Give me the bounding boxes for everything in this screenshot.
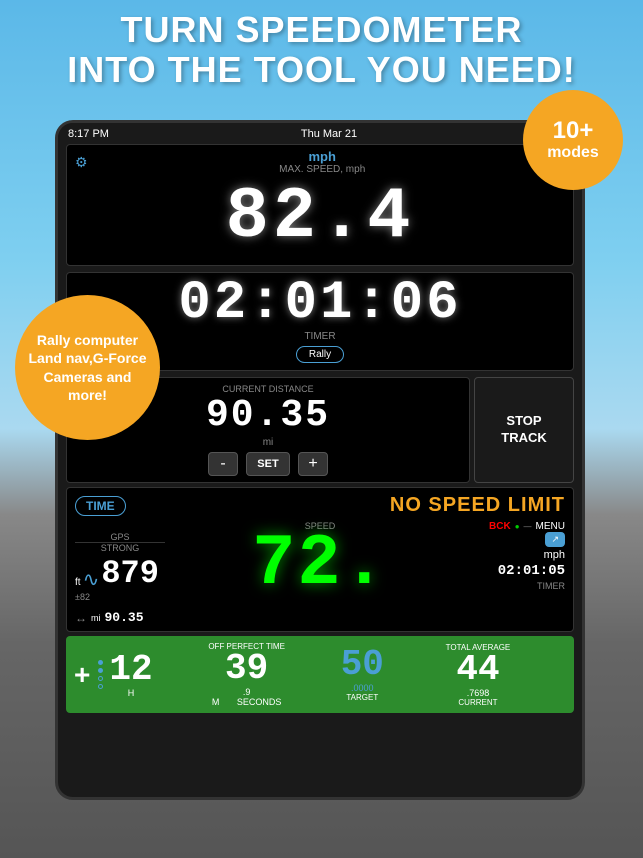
- stop-track-label: STOP TRACK: [485, 413, 563, 447]
- header-line2: INTO THE TOOL YOU NEED!: [0, 50, 643, 90]
- dot-2: [98, 668, 103, 673]
- speed-label: MAX. SPEED, mph: [88, 164, 557, 175]
- altitude-wave-icon: ∿: [83, 567, 100, 592]
- modes-bubble: 10+ modes: [523, 90, 623, 190]
- target-sub: .0000: [351, 683, 374, 693]
- hud-middle: GPS STRONG ft ∿ 879 ±82 ↔ mi 90.35 72.: [75, 532, 565, 625]
- bottom-section: + 12 H OFF PERFECT TIME 39 .9 M SECONDS: [66, 636, 574, 713]
- gps-strength: STRONG: [75, 543, 165, 553]
- header-line1: TURN SPEEDOMETER: [0, 10, 643, 50]
- stop-track-button[interactable]: STOP TRACK: [474, 377, 574, 483]
- off-m-label: M SECONDS: [212, 697, 282, 707]
- menu-button[interactable]: ↗: [545, 532, 565, 547]
- device-frame: 8:17 PM Thu Mar 21 ▲ ▮ ⚙ mph MAX. SPEED,…: [55, 120, 585, 800]
- speed-unit: mph: [88, 149, 557, 164]
- modes-count: 10+: [553, 118, 594, 144]
- altitude-pm: ±82: [75, 592, 165, 602]
- distance-unit: mi: [77, 437, 459, 448]
- seconds-label: SECONDS: [237, 697, 282, 707]
- hud-speed-panel: 72.: [165, 532, 475, 597]
- plus-sign: +: [74, 661, 90, 689]
- no-speed-limit: NO SPEED LIMIT: [390, 494, 565, 517]
- speed-display: ⚙ mph MAX. SPEED, mph ≡ 82.4: [66, 144, 574, 266]
- altitude-value: 879: [101, 555, 159, 592]
- header: TURN SPEEDOMETER INTO THE TOOL YOU NEED!: [0, 10, 643, 89]
- hours-col: 12 H: [109, 652, 152, 698]
- total-avg-col: TOTAL AVERAGE 44 .7698 CURRENT: [390, 643, 566, 707]
- plus-button[interactable]: +: [298, 452, 328, 476]
- settings-icon[interactable]: ⚙: [75, 154, 88, 171]
- set-button[interactable]: SET: [246, 452, 290, 476]
- features-text: Rally computer Land nav,G-Force Cameras …: [25, 331, 150, 404]
- off-perfect-col: OFF PERFECT TIME 39 .9 M SECONDS: [159, 642, 335, 707]
- status-time: 8:17 PM: [68, 128, 109, 140]
- total-sub: .7698: [467, 688, 490, 698]
- timer-value: 02:01:06: [75, 277, 565, 331]
- total-cur-label: CURRENT: [458, 698, 497, 707]
- gps-col-label: [75, 521, 165, 532]
- hud-right-panel: ↗ mph 02:01:05 TIMER: [475, 532, 565, 591]
- hours-value: 12: [109, 652, 152, 688]
- plus-col: +: [74, 661, 90, 689]
- hud-mph: mph: [544, 549, 565, 561]
- dash-icon: —: [524, 522, 532, 531]
- hud-speed-value: 72.: [252, 532, 388, 597]
- hud-timer-label: TIMER: [537, 581, 565, 591]
- dots-col: [98, 660, 103, 689]
- gps-label: GPS: [75, 532, 165, 543]
- distance-row: ↔ mi 90.35: [75, 610, 165, 625]
- dist-unit: mi: [91, 613, 101, 623]
- hud-time: 02:01:05: [498, 563, 565, 579]
- dot-1: [98, 660, 103, 665]
- hud-section: TIME NO SPEED LIMIT SPEED BCK ● — MENU G…: [66, 487, 574, 632]
- dot-4: [98, 684, 103, 689]
- total-value: 44: [456, 652, 499, 688]
- features-bubble: Rally computer Land nav,G-Force Cameras …: [15, 295, 160, 440]
- altitude-unit: ft: [75, 577, 81, 588]
- gps-panel: GPS STRONG ft ∿ 879 ±82 ↔ mi 90.35: [75, 532, 165, 625]
- bck-label[interactable]: BCK: [489, 521, 511, 532]
- modes-label: modes: [547, 144, 599, 162]
- seconds-value: .9: [243, 687, 251, 697]
- target-label: TARGET: [346, 693, 378, 702]
- minus-button[interactable]: -: [208, 452, 238, 476]
- rally-mode-badge: Rally: [296, 346, 344, 363]
- status-bar: 8:17 PM Thu Mar 21 ▲ ▮: [58, 123, 582, 144]
- dist-val: 90.35: [105, 610, 144, 625]
- green-dot-icon: ●: [515, 522, 520, 531]
- hours-label: H: [128, 688, 135, 698]
- speed-value: 82.4: [75, 177, 565, 257]
- altitude-row: ft ∿ 879: [75, 555, 165, 592]
- target-value: 50: [341, 647, 384, 683]
- hud-top: TIME NO SPEED LIMIT: [75, 494, 565, 517]
- hud-right-labels: BCK ● — MENU: [475, 521, 565, 532]
- distance-icon: ↔: [75, 611, 87, 625]
- distance-controls: - SET +: [77, 452, 459, 476]
- menu-row: ↗: [545, 532, 565, 547]
- menu-label[interactable]: MENU: [536, 521, 565, 532]
- time-badge[interactable]: TIME: [75, 496, 126, 516]
- target-col: 50 .0000 TARGET: [341, 647, 384, 702]
- status-date: Thu Mar 21: [301, 128, 357, 140]
- minutes-label: M: [212, 697, 220, 707]
- dot-3: [98, 676, 103, 681]
- minutes-value: 39: [225, 651, 268, 687]
- hud-speed-inner: 72.: [252, 532, 388, 597]
- speed-header: ⚙ mph MAX. SPEED, mph ≡: [75, 149, 565, 175]
